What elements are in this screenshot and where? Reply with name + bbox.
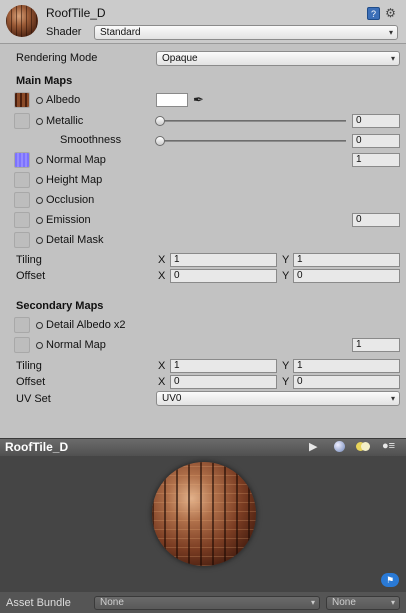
detail-albedo-texture-slot[interactable] (14, 317, 30, 333)
detail-albedo-picker-icon[interactable] (36, 322, 43, 329)
normal-map-texture-slot[interactable] (14, 152, 30, 168)
asset-variant-value: None (332, 597, 356, 608)
secondary-tiling-x-field[interactable]: 1 (170, 359, 277, 373)
albedo-label: Albedo (46, 94, 81, 106)
secondary-normal-map-texture-slot[interactable] (14, 337, 30, 353)
main-tiling-x-field[interactable]: 1 (170, 253, 277, 267)
secondary-offset-x-label: X (158, 376, 166, 388)
main-tiling-label: Tiling (16, 254, 42, 266)
metallic-slider-thumb[interactable] (155, 116, 165, 126)
secondary-maps-heading: Secondary Maps (16, 300, 104, 312)
metallic-picker-icon[interactable] (36, 118, 43, 125)
preview-title: RoofTile_D (5, 440, 69, 454)
uv-set-label: UV Set (16, 393, 51, 405)
normal-map-picker-icon[interactable] (36, 157, 43, 164)
tag-icon[interactable]: ⚑ (381, 573, 399, 587)
detail-mask-texture-slot[interactable] (14, 232, 30, 248)
smoothness-value-field[interactable]: 0 (352, 134, 400, 148)
chevron-updown-icon: ▾ (390, 394, 395, 403)
secondary-tiling-label: Tiling (16, 360, 42, 372)
metallic-label: Metallic (46, 115, 84, 127)
metallic-texture-slot[interactable] (14, 113, 30, 129)
main-tiling-y-field[interactable]: 1 (293, 253, 400, 267)
material-preview-sphere[interactable] (152, 462, 256, 566)
emission-value-field[interactable]: 0 (352, 213, 400, 227)
asset-bundle-dropdown[interactable]: None ▾ (94, 596, 320, 610)
smoothness-label: Smoothness (60, 134, 122, 146)
menu-icon[interactable]: ●≡ (382, 440, 395, 452)
uv-set-value: UV0 (162, 393, 182, 404)
main-offset-x-label: X (158, 270, 166, 282)
emission-picker-icon[interactable] (36, 217, 43, 224)
rendering-mode-value: Opaque (162, 53, 198, 64)
main-offset-label: Offset (16, 270, 46, 282)
emission-label: Emission (46, 214, 91, 226)
occlusion-texture-slot[interactable] (14, 192, 30, 208)
secondary-offset-y-label: Y (282, 376, 290, 388)
rendering-mode-label: Rendering Mode (16, 52, 98, 64)
detail-albedo-label: Detail Albedo x2 (46, 319, 126, 331)
normal-map-scale-field[interactable]: 1 (352, 153, 400, 167)
secondary-tiling-y-field[interactable]: 1 (293, 359, 400, 373)
chevron-updown-icon: ▾ (390, 54, 395, 63)
secondary-offset-x-field[interactable]: 0 (170, 375, 277, 389)
main-offset-y-field[interactable]: 0 (293, 269, 400, 283)
secondary-tiling-y-label: Y (282, 360, 290, 372)
asset-bundle-label: Asset Bundle (6, 597, 71, 609)
chevron-updown-icon: ▾ (390, 598, 395, 607)
height-map-texture-slot[interactable] (14, 172, 30, 188)
main-offset-y-label: Y (282, 270, 290, 282)
occlusion-label: Occlusion (46, 194, 95, 206)
smoothness-slider-thumb[interactable] (155, 136, 165, 146)
secondary-offset-label: Offset (16, 376, 46, 388)
metallic-slider-track[interactable] (159, 120, 346, 122)
metallic-value-field[interactable]: 0 (352, 114, 400, 128)
secondary-offset-y-field[interactable]: 0 (293, 375, 400, 389)
occlusion-picker-icon[interactable] (36, 197, 43, 204)
secondary-tiling-x-label: X (158, 360, 166, 372)
secondary-normal-map-label: Normal Map (46, 339, 106, 351)
sphere-icon[interactable] (334, 441, 345, 452)
chevron-updown-icon: ▾ (388, 28, 393, 37)
asset-bundle-value: None (100, 597, 124, 608)
secondary-normal-map-scale-field[interactable]: 1 (352, 338, 400, 352)
chevron-updown-icon: ▾ (310, 598, 315, 607)
help-icon[interactable]: ? (367, 7, 380, 20)
main-maps-heading: Main Maps (16, 75, 73, 87)
material-thumbnail (6, 5, 38, 37)
play-icon[interactable]: ▶ (309, 440, 317, 453)
albedo-picker-icon[interactable] (36, 97, 43, 104)
normal-map-label: Normal Map (46, 154, 106, 166)
light-icon[interactable] (356, 442, 370, 451)
main-tiling-x-label: X (158, 254, 166, 266)
emission-texture-slot[interactable] (14, 212, 30, 228)
material-title: RoofTile_D (46, 6, 106, 20)
shader-dropdown-value: Standard (100, 27, 141, 38)
uv-set-dropdown[interactable]: UV0 ▾ (156, 391, 400, 406)
main-tiling-y-label: Y (282, 254, 290, 266)
albedo-texture-slot[interactable] (14, 92, 30, 108)
albedo-color-swatch[interactable] (156, 93, 188, 107)
smoothness-slider-track[interactable] (159, 140, 346, 142)
rendering-mode-dropdown[interactable]: Opaque ▾ (156, 51, 400, 66)
height-map-label: Height Map (46, 174, 103, 186)
detail-mask-picker-icon[interactable] (36, 237, 43, 244)
shader-dropdown[interactable]: Standard ▾ (94, 25, 398, 40)
shader-label: Shader (46, 26, 82, 38)
secondary-normal-map-picker-icon[interactable] (36, 342, 43, 349)
asset-variant-dropdown[interactable]: None ▾ (326, 596, 400, 610)
detail-mask-label: Detail Mask (46, 234, 104, 246)
height-map-picker-icon[interactable] (36, 177, 43, 184)
main-offset-x-field[interactable]: 0 (170, 269, 277, 283)
eyedropper-icon[interactable]: ✒ (193, 92, 204, 108)
gear-icon[interactable]: ⚙ (384, 7, 397, 20)
